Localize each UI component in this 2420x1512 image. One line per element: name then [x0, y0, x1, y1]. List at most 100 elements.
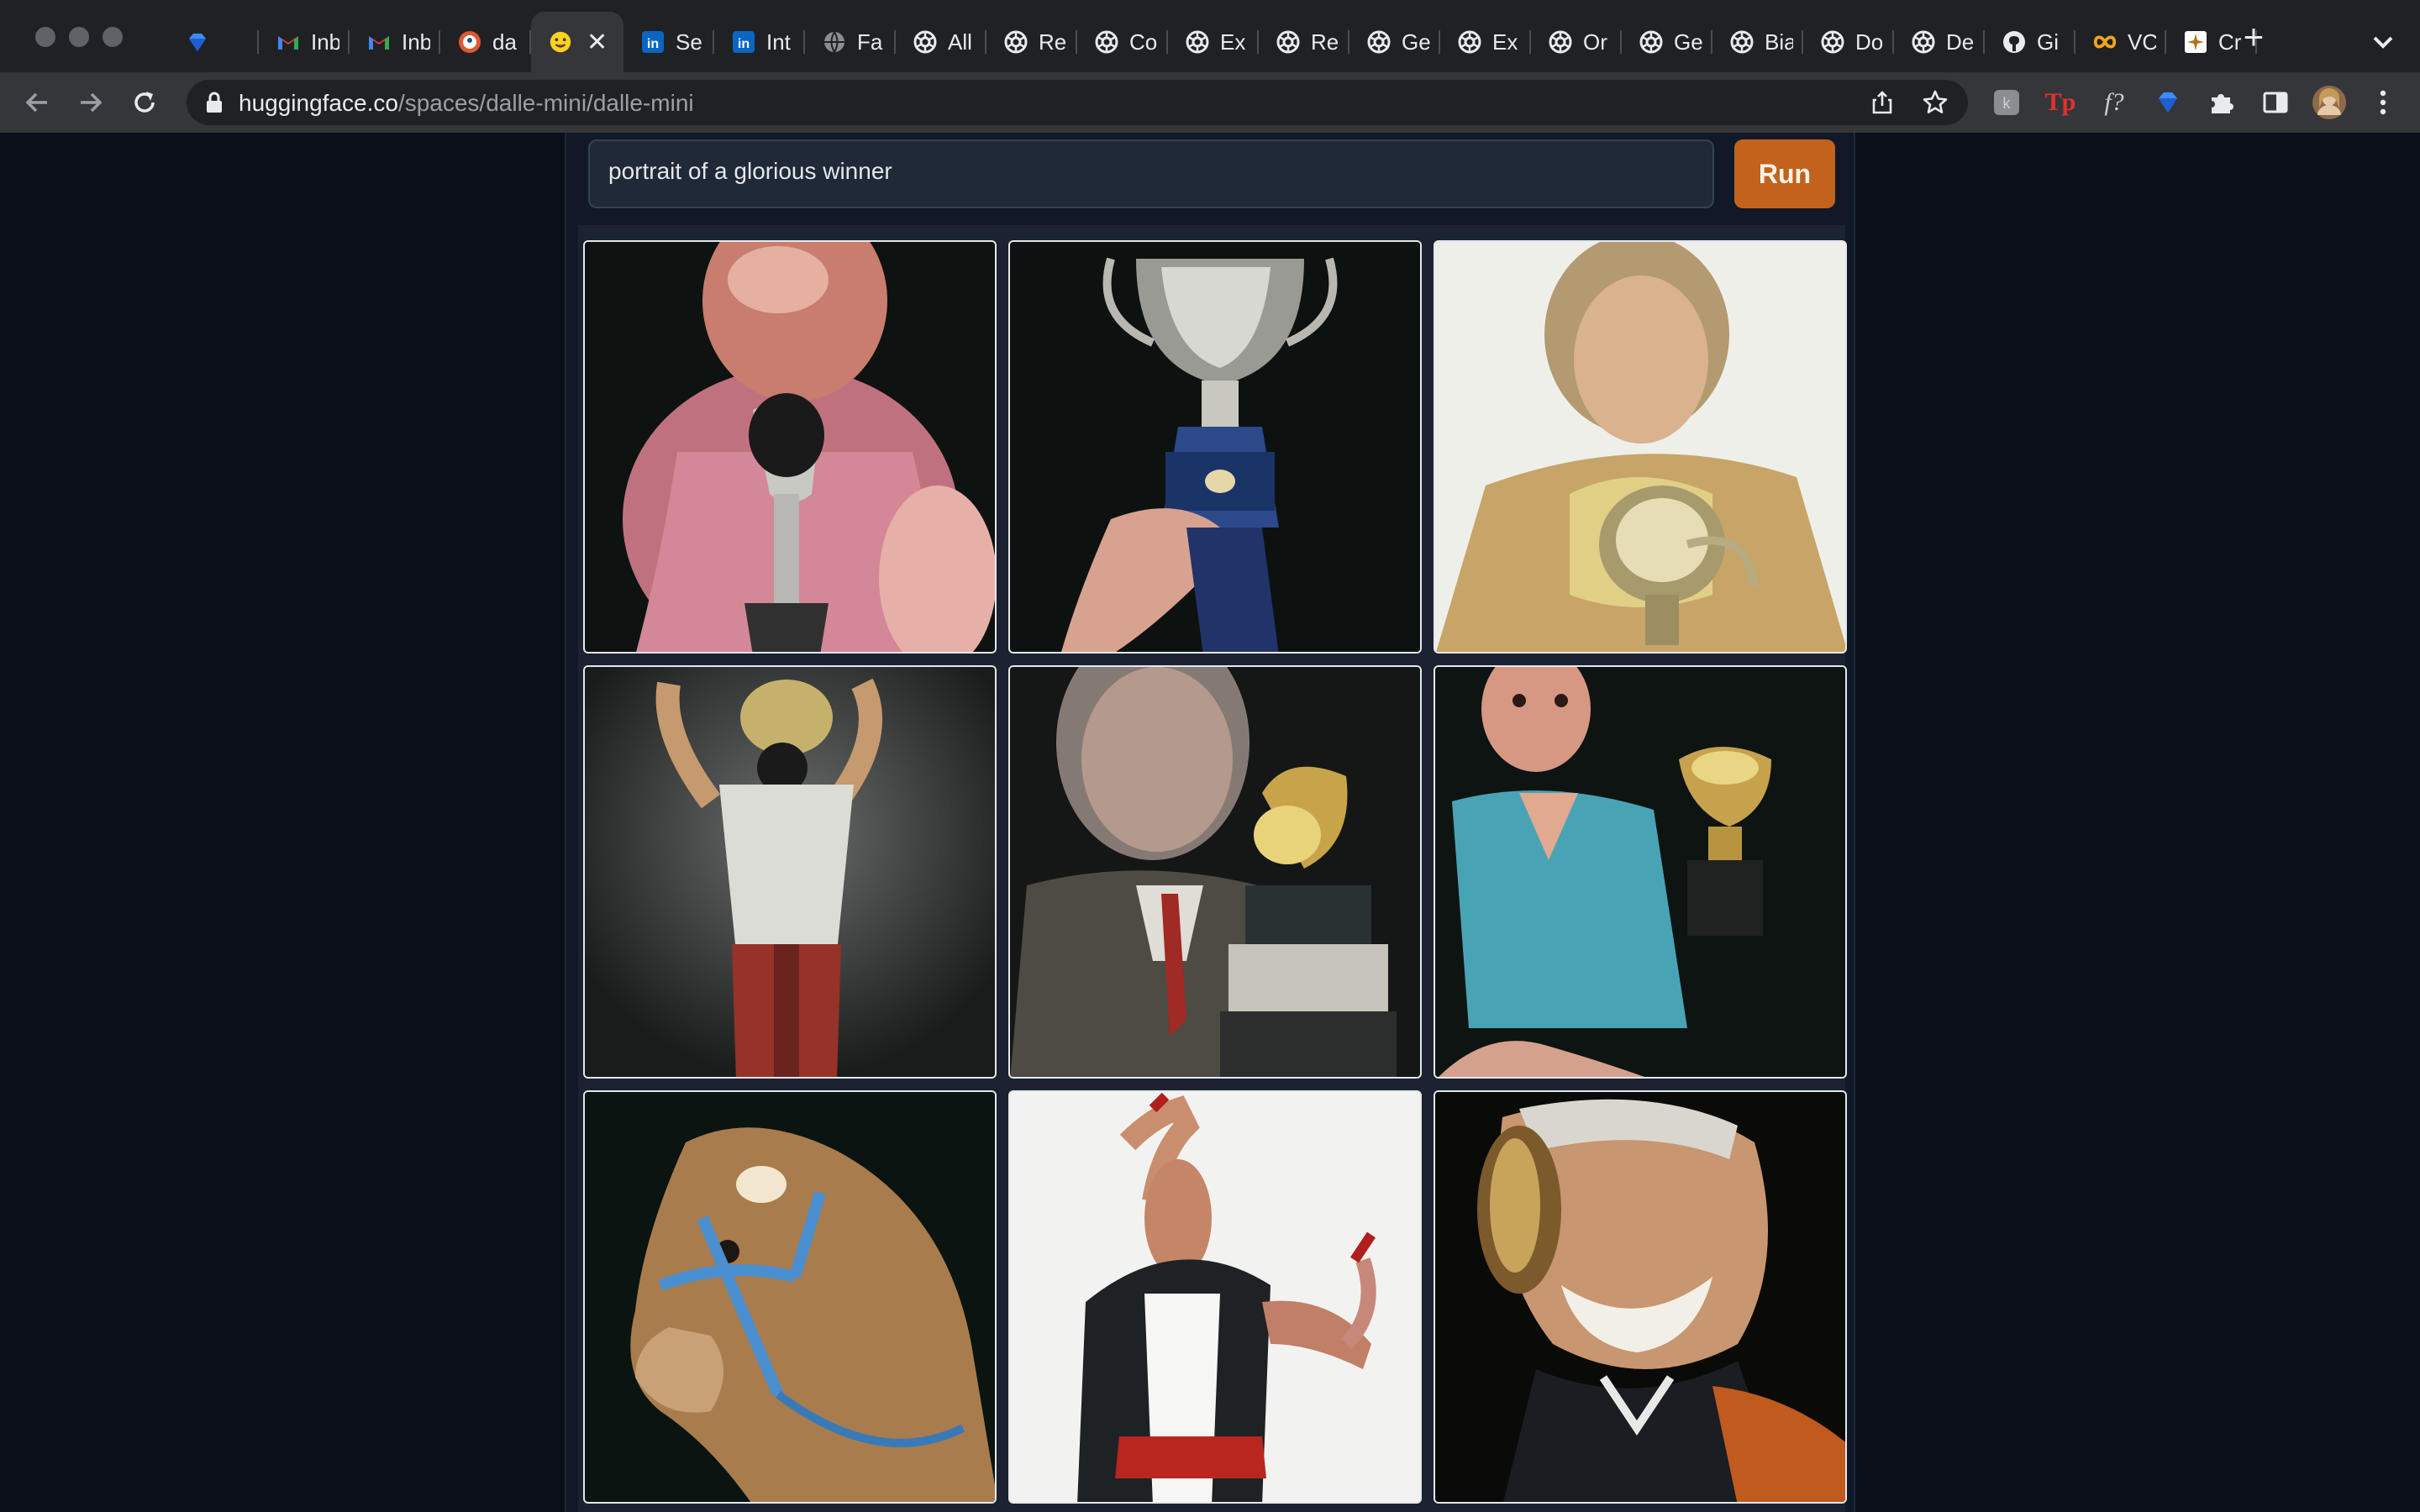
- generated-image-8[interactable]: [1008, 1090, 1422, 1504]
- tab-15[interactable]: Or: [1531, 12, 1622, 72]
- linkedin-icon: in: [640, 29, 666, 55]
- minimize-window-button[interactable]: [69, 27, 89, 47]
- generated-image-6[interactable]: [1434, 665, 1847, 1079]
- tab-9[interactable]: Re: [986, 12, 1077, 72]
- tab-title: Ge: [1674, 29, 1702, 55]
- generated-image-5[interactable]: [1008, 665, 1422, 1079]
- openai-icon: [1729, 29, 1754, 55]
- tab-title: Bia: [1765, 29, 1793, 55]
- generic-extension-icon[interactable]: k: [1988, 84, 2025, 121]
- dalle-mini-app: portrait of a glorious winner Run: [565, 133, 1855, 1512]
- openai-icon: [1911, 29, 1936, 55]
- share-icon[interactable]: [1866, 87, 1898, 118]
- tab-13[interactable]: Ge: [1349, 12, 1440, 72]
- tab-2[interactable]: Inb: [350, 12, 440, 72]
- tab-title: De: [1946, 29, 1975, 55]
- duckduckgo-icon: [457, 29, 482, 55]
- profile-avatar[interactable]: [2311, 84, 2348, 121]
- tab-1[interactable]: Inb: [259, 12, 350, 72]
- openai-icon: [913, 29, 938, 55]
- infinity-icon: [2092, 29, 2118, 55]
- address-bar[interactable]: huggingface.co/spaces/dalle-mini/dalle-m…: [187, 80, 1968, 125]
- tab-10[interactable]: Co: [1077, 12, 1168, 72]
- generated-image-9[interactable]: [1434, 1090, 1847, 1504]
- tab-title: Fa: [857, 29, 883, 55]
- openai-icon: [1094, 29, 1119, 55]
- generated-image-4[interactable]: [583, 665, 997, 1079]
- tab-title: Re: [1311, 29, 1339, 55]
- tab-0[interactable]: [168, 12, 259, 72]
- tab-12[interactable]: Re: [1259, 12, 1349, 72]
- openai-icon: [1276, 29, 1301, 55]
- woman-with-gold-trophy-image: [1435, 242, 1845, 652]
- new-tab-button[interactable]: +: [2235, 19, 2272, 57]
- sparkle-icon: [2183, 29, 2208, 55]
- reload-icon: [134, 92, 155, 113]
- tab-16[interactable]: Ge: [1622, 12, 1712, 72]
- lock-icon[interactable]: [203, 89, 225, 116]
- gmail-icon: [276, 29, 301, 55]
- tab-title: Or: [1583, 29, 1607, 55]
- horse-with-blue-halter-image: [585, 1092, 995, 1502]
- tab-title: All: [948, 29, 972, 55]
- tab-19[interactable]: De: [1894, 12, 1985, 72]
- tab-14[interactable]: Ex: [1440, 12, 1531, 72]
- close-window-button[interactable]: [35, 27, 55, 47]
- tab-17[interactable]: Bia: [1712, 12, 1803, 72]
- kebab-menu-icon[interactable]: [2365, 84, 2402, 121]
- generated-image-3[interactable]: [1434, 240, 1847, 654]
- close-tab-icon[interactable]: ✕: [587, 28, 608, 57]
- tab-search-chevron-icon[interactable]: [2366, 25, 2400, 59]
- reload-button[interactable]: [124, 82, 165, 123]
- tab-title: Ex: [1220, 29, 1246, 55]
- openai-icon: [1003, 29, 1028, 55]
- tab-8[interactable]: All: [896, 12, 986, 72]
- man-in-suit-with-trophy-image: [1010, 667, 1420, 1077]
- zoom-window-button[interactable]: [103, 27, 123, 47]
- page-viewport: portrait of a glorious winner Run: [0, 133, 2420, 1512]
- openai-icon: [1820, 29, 1845, 55]
- hand-holding-silver-trophy-image: [1010, 242, 1420, 652]
- run-button[interactable]: Run: [1734, 139, 1835, 208]
- huggingface-icon: [548, 29, 573, 55]
- tab-list: Inb Inb da ✕ in Se in Int Fa All Re Co Ex Re Ge Ex Or Ge B…: [168, 12, 2257, 72]
- bookmark-star-icon[interactable]: [1919, 87, 1951, 118]
- openai-icon: [1366, 29, 1392, 55]
- smiling-man-with-trophy-image: [1435, 1092, 1845, 1502]
- back-arrow-icon: [25, 92, 47, 113]
- image-gallery: [578, 225, 1847, 1512]
- tab-title: Ge: [1402, 29, 1430, 55]
- tab-20[interactable]: Gi: [1985, 12, 2075, 72]
- linkedin-icon: in: [731, 29, 756, 55]
- tp-extension-label: Tp: [2044, 88, 2076, 116]
- openai-icon: [1548, 29, 1573, 55]
- tab-title: Int: [766, 29, 791, 55]
- generated-image-2[interactable]: [1008, 240, 1422, 654]
- tab-title: Ex: [1492, 29, 1518, 55]
- tab-5[interactable]: in Se: [623, 12, 714, 72]
- generated-image-1[interactable]: [583, 240, 997, 654]
- tab-11[interactable]: Ex: [1168, 12, 1259, 72]
- gmail-icon: [366, 29, 392, 55]
- openai-icon: [1639, 29, 1664, 55]
- tab-7[interactable]: Fa: [805, 12, 896, 72]
- tab-4[interactable]: ✕: [531, 12, 623, 72]
- tab-title: Do: [1855, 29, 1884, 55]
- puzzle-icon[interactable]: [2203, 84, 2240, 121]
- back-button[interactable]: [17, 82, 57, 123]
- tab-18[interactable]: Do: [1803, 12, 1894, 72]
- generated-image-7[interactable]: [583, 1090, 997, 1504]
- fx-extension-label: f?: [2104, 88, 2124, 116]
- side-panel-icon[interactable]: [2257, 84, 2294, 121]
- tab-6[interactable]: in Int: [714, 12, 805, 72]
- tp-extension-icon[interactable]: Tp: [2042, 84, 2079, 121]
- tab-3[interactable]: da: [440, 12, 531, 72]
- diamond-icon: [185, 29, 210, 55]
- fx-extension-icon[interactable]: f?: [2096, 84, 2133, 121]
- url-text: huggingface.co/spaces/dalle-mini/dalle-m…: [239, 90, 694, 117]
- diamond-extension-icon[interactable]: [2149, 84, 2186, 121]
- tab-21[interactable]: VC: [2075, 12, 2166, 72]
- prompt-input[interactable]: portrait of a glorious winner: [588, 139, 1714, 208]
- forward-button[interactable]: [71, 82, 111, 123]
- person-raising-trophy-overhead-image: [585, 667, 995, 1077]
